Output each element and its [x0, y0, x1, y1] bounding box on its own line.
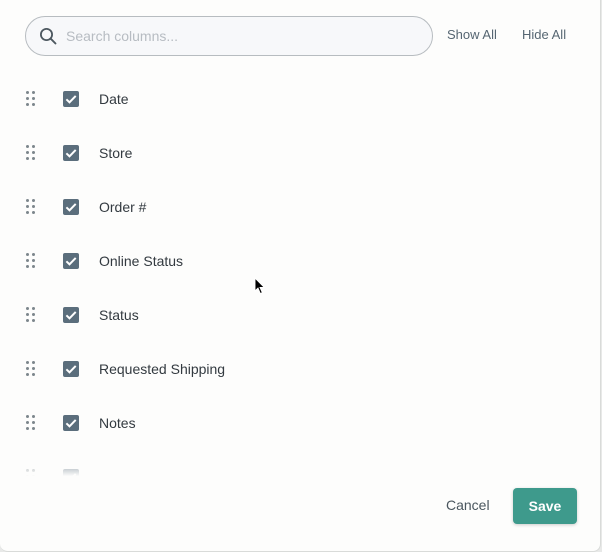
- column-row-store[interactable]: Store: [0, 126, 600, 180]
- column-checkbox[interactable]: [63, 361, 79, 377]
- column-label: Online Status: [99, 253, 184, 269]
- column-label: Date: [99, 91, 129, 107]
- check-icon: [65, 365, 77, 374]
- search-input[interactable]: [66, 23, 416, 49]
- drag-handle-icon[interactable]: [26, 415, 36, 431]
- search-icon: [40, 28, 57, 45]
- column-row-notes[interactable]: Notes: [0, 396, 600, 450]
- mouse-pointer-icon: [254, 277, 266, 295]
- column-label: Store: [99, 145, 133, 161]
- list-fade-overlay: [0, 454, 600, 480]
- search-box[interactable]: [25, 16, 433, 56]
- check-icon: [65, 419, 77, 428]
- column-label: Order #: [99, 199, 147, 215]
- column-row-online-status[interactable]: Online Status: [0, 234, 600, 288]
- hide-all-button[interactable]: Hide All: [522, 27, 566, 45]
- drag-handle-icon[interactable]: [26, 91, 36, 107]
- drag-handle-icon[interactable]: [26, 253, 36, 269]
- column-label: Requested Shipping: [99, 361, 226, 377]
- check-icon: [65, 149, 77, 158]
- column-label: Notes: [99, 415, 136, 431]
- column-row-requested-shipping[interactable]: Requested Shipping: [0, 342, 600, 396]
- column-checkbox[interactable]: [63, 307, 79, 323]
- show-all-button[interactable]: Show All: [447, 27, 497, 45]
- drag-handle-icon[interactable]: [26, 361, 36, 377]
- check-icon: [65, 257, 77, 266]
- drag-handle-icon[interactable]: [26, 307, 36, 323]
- column-settings-dialog: Show All Hide All Date Store Order # Onl…: [0, 0, 601, 552]
- column-label: Status: [99, 307, 139, 323]
- column-checkbox[interactable]: [63, 199, 79, 215]
- search-row: Show All Hide All: [25, 16, 585, 56]
- check-icon: [65, 311, 77, 320]
- drag-handle-icon[interactable]: [26, 145, 36, 161]
- column-checkbox[interactable]: [63, 253, 79, 269]
- column-checkbox[interactable]: [63, 145, 79, 161]
- column-checkbox[interactable]: [63, 415, 79, 431]
- check-icon: [65, 95, 77, 104]
- column-row-status[interactable]: Status: [0, 288, 600, 342]
- column-checkbox[interactable]: [63, 91, 79, 107]
- cancel-button[interactable]: Cancel: [446, 497, 490, 513]
- check-icon: [65, 203, 77, 212]
- column-list[interactable]: Date Store Order # Online Status Status …: [0, 72, 600, 476]
- column-row-date[interactable]: Date: [0, 72, 600, 126]
- drag-handle-icon[interactable]: [26, 199, 36, 215]
- column-row-order-number[interactable]: Order #: [0, 180, 600, 234]
- save-button[interactable]: Save: [513, 488, 577, 524]
